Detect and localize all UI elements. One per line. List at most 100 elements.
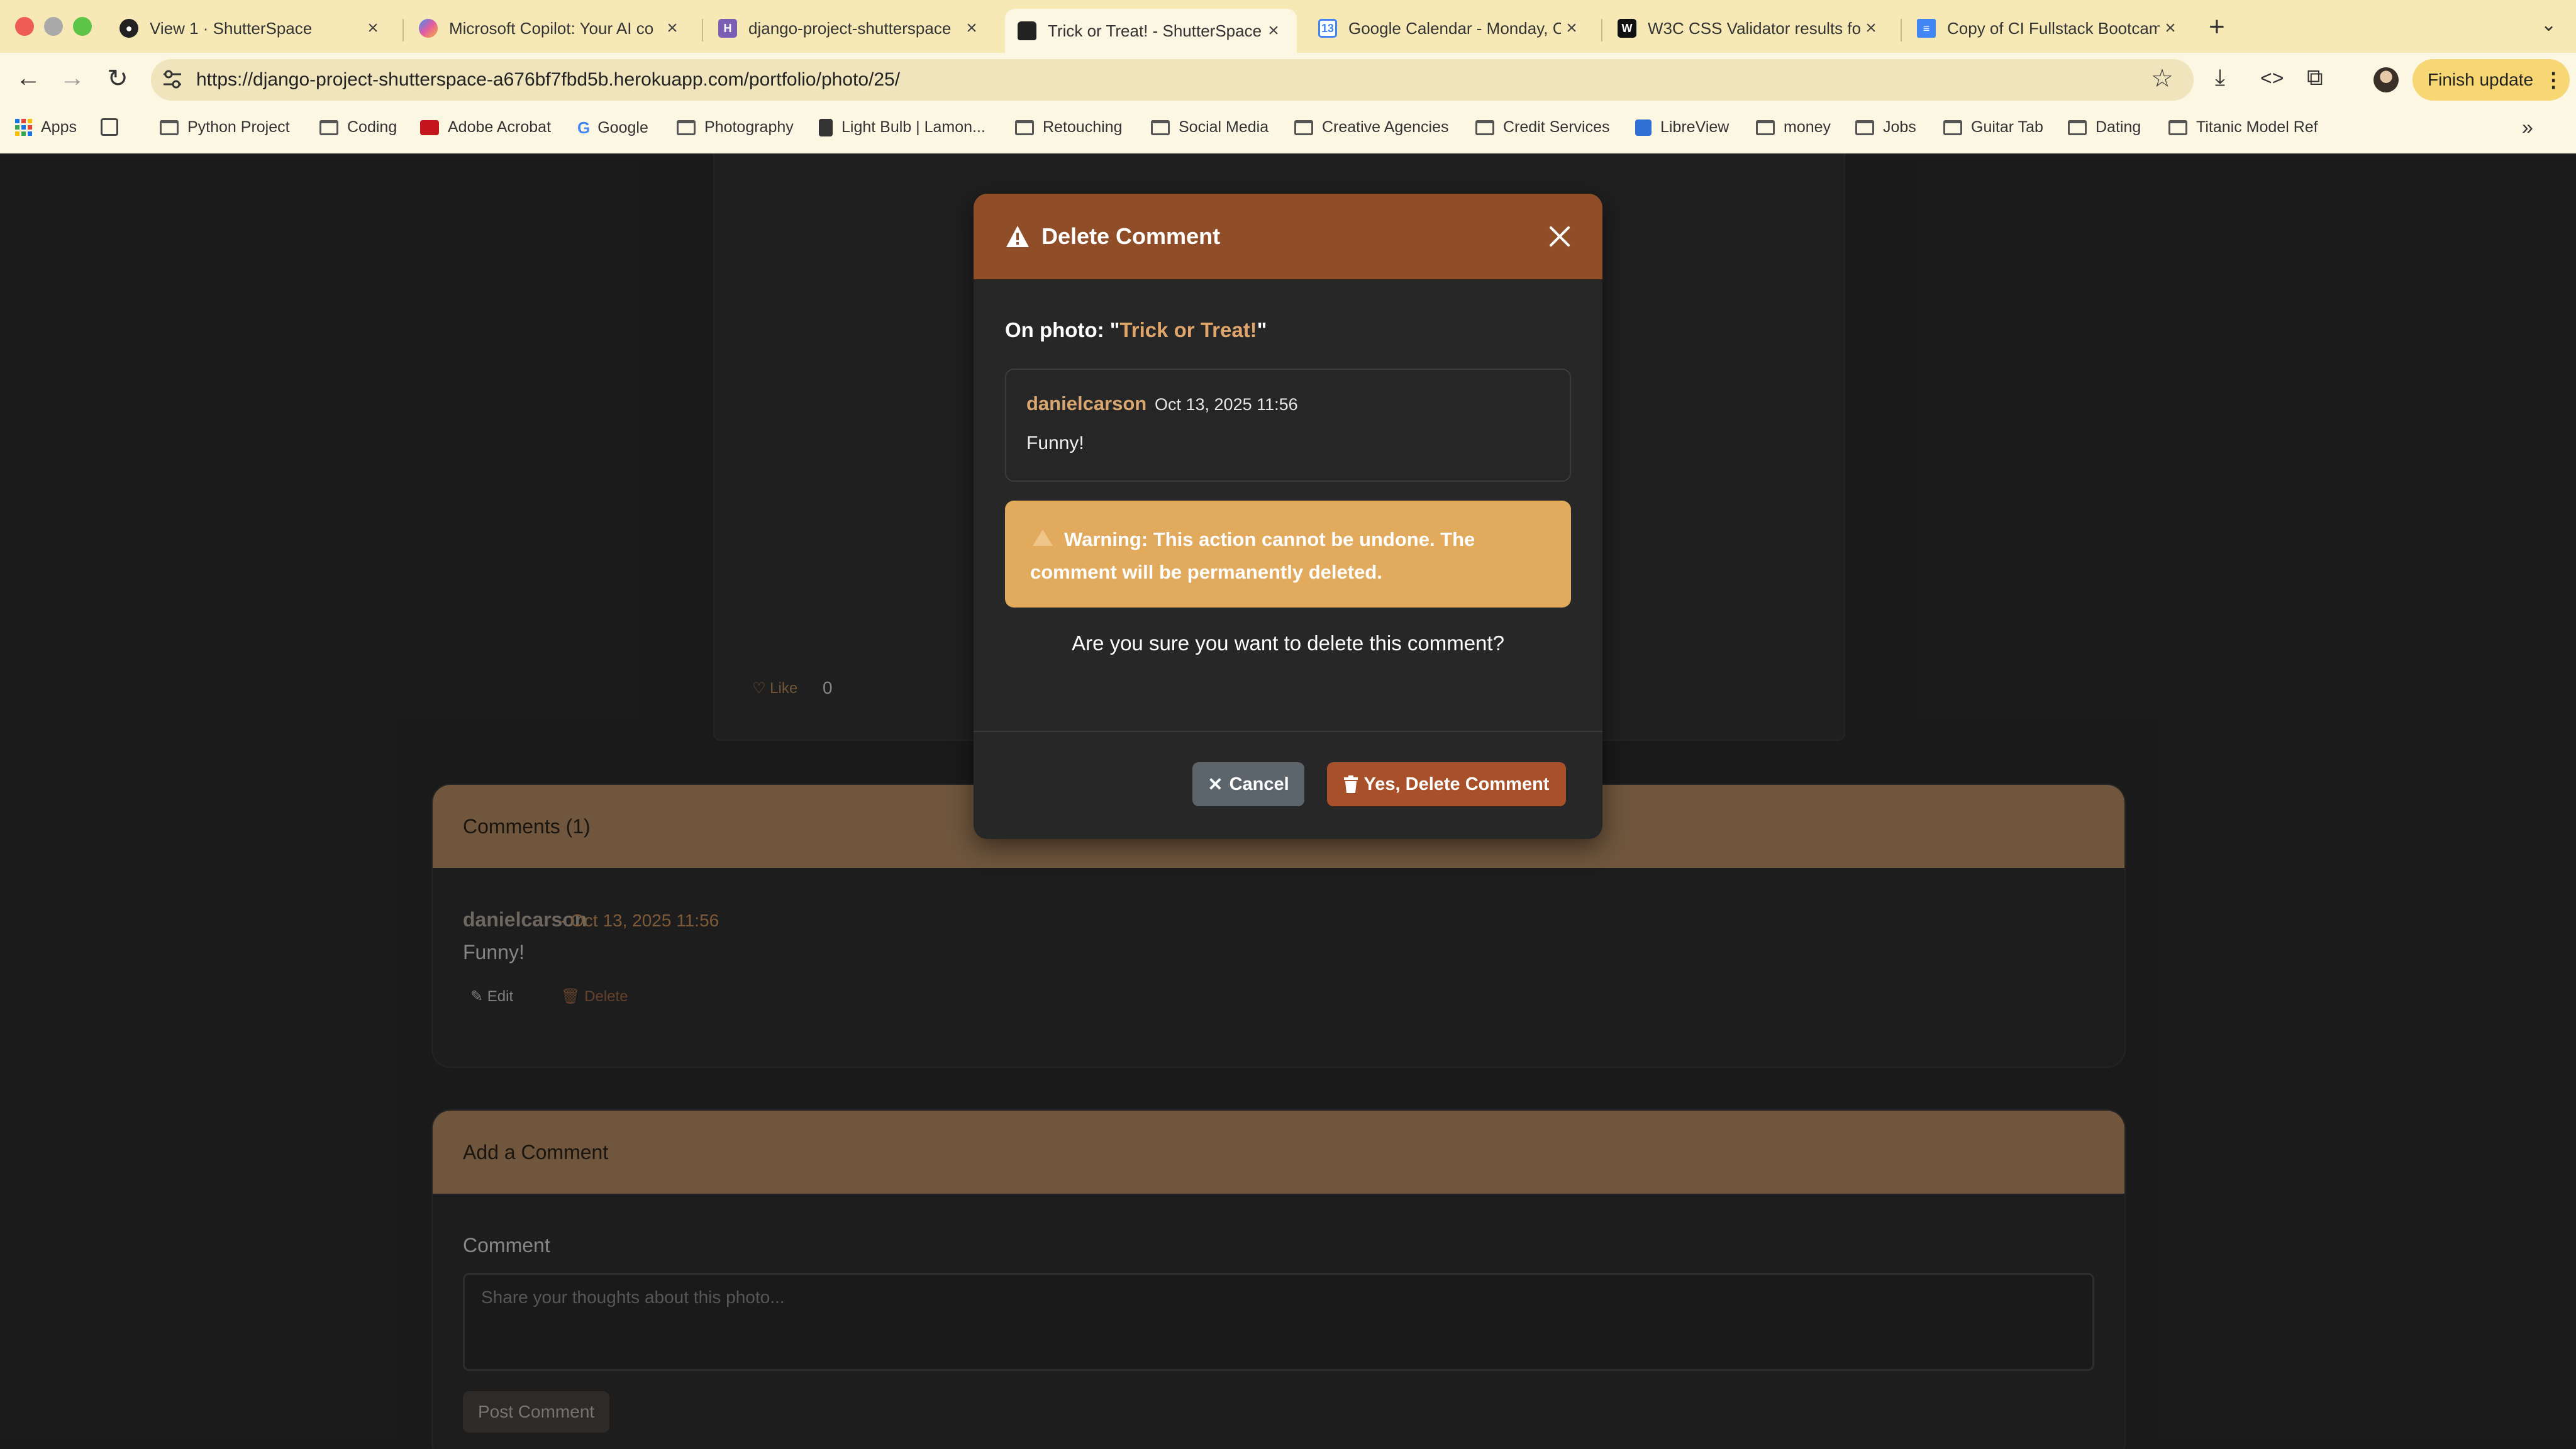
bookmark-tab-groups[interactable] bbox=[101, 118, 118, 136]
tab-title: Microsoft Copilot: Your AI co bbox=[449, 18, 654, 38]
bookmark-libreview[interactable]: LibreView bbox=[1635, 118, 1729, 136]
bookmark-google[interactable]: G Google bbox=[577, 118, 648, 138]
bookmark-label: Creative Agencies bbox=[1322, 118, 1449, 136]
back-arrow-icon[interactable]: ← bbox=[13, 64, 44, 92]
photo-reference-suffix: " bbox=[1257, 318, 1267, 341]
bookmark-jobs[interactable]: Jobs bbox=[1855, 118, 1916, 136]
download-icon[interactable]: ⤓ bbox=[2215, 64, 2225, 91]
browser-tab[interactable]: 13 Google Calendar - Monday, C × bbox=[1306, 9, 1595, 48]
tab-groups-icon bbox=[101, 118, 118, 136]
browser-tab[interactable]: ● View 1 · ShutterSpace × bbox=[107, 9, 396, 48]
bookmark-guitar-tab[interactable]: Guitar Tab bbox=[1943, 118, 2043, 136]
tab-title: W3C CSS Validator results fo bbox=[1648, 18, 1860, 38]
tab-title: View 1 · ShutterSpace bbox=[150, 18, 313, 38]
tab-title: Google Calendar - Monday, C bbox=[1348, 18, 1561, 38]
bookmark-label: Apps bbox=[41, 118, 77, 136]
bookmark-python-project[interactable]: Python Project bbox=[160, 118, 290, 136]
libreview-icon bbox=[1635, 119, 1652, 136]
close-tab-icon[interactable]: × bbox=[1860, 18, 1882, 39]
bookmark-label: Titanic Model Ref bbox=[2196, 118, 2318, 136]
bookmark-money[interactable]: money bbox=[1756, 118, 1831, 136]
modal-header: Delete Comment bbox=[974, 194, 1602, 279]
bookmark-label: LibreView bbox=[1660, 118, 1729, 136]
site-settings-icon[interactable] bbox=[161, 68, 184, 91]
browser-tab[interactable]: W W3C CSS Validator results fo × bbox=[1605, 9, 1894, 48]
tab-title: Trick or Treat! - ShutterSpace bbox=[1048, 21, 1262, 40]
bookmark-apps[interactable]: Apps bbox=[15, 118, 77, 136]
window-zoom-button[interactable] bbox=[73, 17, 92, 36]
folder-icon bbox=[1943, 119, 1962, 135]
browser-tab[interactable]: Microsoft Copilot: Your AI co × bbox=[406, 9, 696, 48]
warning-alert: Warning: This action cannot be undone. T… bbox=[1005, 501, 1571, 608]
bookmark-label: Jobs bbox=[1883, 118, 1916, 136]
lightbulb-icon bbox=[819, 118, 833, 136]
bookmark-label: Social Media bbox=[1179, 118, 1269, 136]
photo-title: Trick or Treat! bbox=[1119, 318, 1257, 341]
acrobat-icon bbox=[420, 119, 439, 135]
preview-text: Funny! bbox=[1026, 433, 1084, 453]
bookmark-adobe-acrobat[interactable]: Adobe Acrobat bbox=[420, 118, 551, 136]
bookmark-photography[interactable]: Photography bbox=[677, 118, 794, 136]
folder-icon bbox=[1855, 119, 1874, 135]
url-text[interactable]: https://django-project-shutterspace-a676… bbox=[196, 69, 900, 91]
code-icon[interactable]: <> bbox=[2260, 67, 2284, 90]
profile-avatar[interactable] bbox=[2373, 67, 2399, 92]
comment-preview-card: danielcarson Oct 13, 2025 11:56 Funny! bbox=[1005, 369, 1571, 482]
cancel-button[interactable]: ✕ Cancel bbox=[1192, 762, 1304, 806]
more-bookmarks-icon[interactable]: » bbox=[2522, 116, 2533, 139]
reload-icon[interactable]: ↻ bbox=[102, 64, 133, 93]
close-tab-icon[interactable]: × bbox=[961, 18, 982, 39]
browser-tab-active[interactable]: Trick or Treat! - ShutterSpace × bbox=[1005, 9, 1297, 53]
bookmark-creative-agencies[interactable]: Creative Agencies bbox=[1294, 118, 1449, 136]
preview-author: danielcarson bbox=[1026, 392, 1147, 414]
bookmark-light-bulb[interactable]: Light Bulb | Lamon... bbox=[819, 118, 985, 136]
close-icon[interactable] bbox=[1543, 220, 1576, 253]
bookmark-label: Guitar Tab bbox=[1971, 118, 2043, 136]
bookmark-titanic-model-ref[interactable]: Titanic Model Ref bbox=[2168, 118, 2318, 136]
bookmark-label: Retouching bbox=[1043, 118, 1123, 136]
folder-icon bbox=[319, 119, 338, 135]
warning-text: Warning: This action cannot be undone. T… bbox=[1030, 528, 1475, 583]
bookmark-coding[interactable]: Coding bbox=[319, 118, 397, 136]
google-icon: G bbox=[577, 118, 591, 137]
more-menu-icon: ⋮ bbox=[2543, 69, 2564, 91]
bookmark-label: Photography bbox=[704, 118, 794, 136]
forward-arrow-icon[interactable]: → bbox=[57, 64, 88, 92]
close-tab-icon[interactable]: × bbox=[1263, 20, 1284, 42]
browser-tab[interactable]: H django-project-shutterspace × bbox=[706, 9, 995, 48]
bookmark-retouching[interactable]: Retouching bbox=[1015, 118, 1122, 136]
confirm-delete-label: Yes, Delete Comment bbox=[1363, 774, 1550, 794]
new-tab-icon[interactable]: + bbox=[2209, 11, 2225, 43]
window-close-button[interactable] bbox=[15, 17, 34, 36]
delete-comment-modal: Delete Comment On photo: "Trick or Treat… bbox=[974, 194, 1602, 839]
bookmark-star-icon[interactable]: ☆ bbox=[2151, 64, 2174, 93]
github-icon: ● bbox=[119, 19, 138, 38]
warning-triangle-icon bbox=[1006, 226, 1029, 247]
bookmark-credit-services[interactable]: Credit Services bbox=[1475, 118, 1610, 136]
bookmark-label: Dating bbox=[2096, 118, 2141, 136]
tab-divider bbox=[402, 19, 404, 42]
bookmark-social-media[interactable]: Social Media bbox=[1151, 118, 1269, 136]
bookmark-label: Light Bulb | Lamon... bbox=[841, 118, 985, 136]
finish-update-button[interactable]: Finish update ⋮ bbox=[2412, 59, 2570, 101]
bookmark-dating[interactable]: Dating bbox=[2068, 118, 2141, 136]
apps-grid-icon bbox=[15, 119, 32, 136]
confirm-delete-button[interactable]: Yes, Delete Comment bbox=[1327, 762, 1566, 806]
window-minimize-button[interactable] bbox=[44, 17, 63, 36]
tab-search-chevron-icon[interactable]: ⌄ bbox=[2541, 14, 2557, 36]
camera-icon bbox=[1018, 21, 1036, 40]
folder-icon bbox=[1475, 119, 1494, 135]
extensions-icon[interactable]: ⧉ bbox=[2307, 64, 2323, 91]
cancel-label: Cancel bbox=[1229, 774, 1289, 794]
close-tab-icon[interactable]: × bbox=[2160, 18, 2181, 39]
bookmark-label: Google bbox=[597, 119, 648, 136]
browser-tab[interactable]: ≡ Copy of CI Fullstack Bootcam × bbox=[1904, 9, 2194, 48]
close-tab-icon[interactable]: × bbox=[362, 18, 384, 39]
copilot-icon bbox=[419, 19, 438, 38]
folder-icon bbox=[2168, 119, 2187, 135]
close-tab-icon[interactable]: × bbox=[1561, 18, 1582, 39]
close-tab-icon[interactable]: × bbox=[662, 18, 683, 39]
bookmark-label: money bbox=[1784, 118, 1831, 136]
w3c-icon: W bbox=[1618, 19, 1636, 38]
bookmark-label: Python Project bbox=[187, 118, 290, 136]
